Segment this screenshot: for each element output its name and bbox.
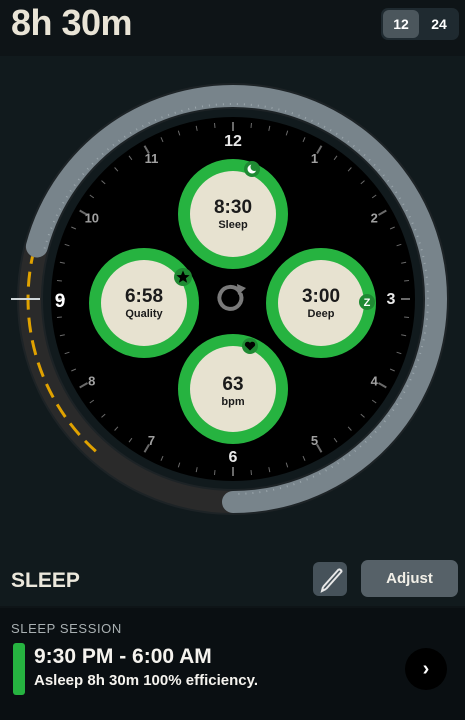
- header: 8h 30m 12 24: [0, 0, 465, 56]
- session-chevron-button[interactable]: ›: [405, 648, 447, 690]
- hour-label-8: 8: [88, 374, 95, 389]
- pencil-icon: [320, 568, 343, 593]
- section-title: SLEEP: [11, 569, 80, 592]
- hour-label-1: 1: [311, 151, 318, 166]
- format-24-button[interactable]: 24: [421, 10, 457, 38]
- hour-label-2: 2: [371, 211, 378, 226]
- tick-mark: [56, 316, 62, 318]
- sleep-clock[interactable]: 12123456781011 9 8:30 Sleep 6:58 Quality: [0, 56, 465, 606]
- clock-format-toggle[interactable]: 12 24: [381, 8, 459, 40]
- heart-icon: [242, 338, 258, 354]
- quality-metric[interactable]: 6:58 Quality: [89, 248, 199, 358]
- sleep-metric[interactable]: 8:30 Sleep: [178, 159, 288, 269]
- quality-label: Quality: [125, 308, 163, 320]
- tick-mark: [404, 280, 410, 282]
- hour-label-10: 10: [85, 211, 99, 226]
- deep-value: 3:00: [302, 286, 340, 307]
- format-12-button[interactable]: 12: [383, 10, 419, 38]
- chevron-right-icon: ›: [422, 658, 430, 680]
- hour-label-3: 3: [387, 291, 396, 308]
- session-time-range: 9:30 PM - 6:00 AM: [34, 645, 212, 668]
- tick-mark: [404, 316, 410, 318]
- hour-label-7: 7: [148, 433, 155, 448]
- edit-button[interactable]: [313, 562, 347, 596]
- session-color-bar: [13, 643, 25, 695]
- tick-mark: [250, 122, 252, 128]
- z-icon: Z: [359, 294, 375, 310]
- adjust-button[interactable]: Adjust: [361, 560, 458, 597]
- tick-mark: [214, 470, 216, 476]
- tick-mark: [250, 470, 252, 476]
- deep-metric[interactable]: 3:00 Deep Z: [266, 248, 376, 358]
- sleep-label: Sleep: [218, 219, 248, 231]
- tick-mark: [214, 122, 216, 128]
- sleep-session-panel[interactable]: SLEEP SESSION 9:30 PM - 6:00 AM Asleep 8…: [0, 608, 465, 720]
- session-detail: Asleep 8h 30m 100% efficiency.: [34, 672, 259, 689]
- svg-text:Z: Z: [364, 297, 371, 309]
- hour-label-11: 11: [145, 151, 159, 166]
- tick-mark: [56, 280, 62, 282]
- highlighted-hour-label: 9: [55, 291, 66, 312]
- heart-rate-label: bpm: [221, 396, 244, 408]
- hour-label-12: 12: [224, 133, 242, 150]
- hour-label-6: 6: [229, 449, 238, 466]
- moon-icon: [244, 161, 260, 177]
- deep-label: Deep: [308, 308, 335, 320]
- sleep-value: 8:30: [214, 197, 252, 218]
- hour-label-5: 5: [311, 433, 318, 448]
- session-label: SLEEP SESSION: [11, 621, 122, 636]
- total-duration: 8h 30m: [11, 2, 133, 43]
- quality-value: 6:58: [125, 286, 163, 307]
- star-icon: [174, 268, 192, 286]
- hour-label-4: 4: [371, 374, 379, 389]
- heart-rate-value: 63: [222, 374, 243, 395]
- heart-rate-metric[interactable]: 63 bpm: [178, 334, 288, 444]
- clock-area: 12 1 2 3 4 5 6 7 8 10 11 9 8:30 Sleep 6:58 Quality: [0, 56, 465, 606]
